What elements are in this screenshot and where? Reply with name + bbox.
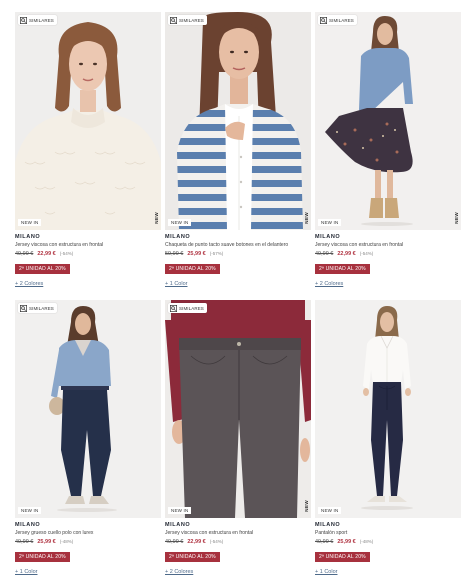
- old-price: 49,99 €: [15, 251, 34, 257]
- promo-badge: 2ª UNIDAD AL 20%: [15, 264, 70, 274]
- similares-button[interactable]: SIMILARES: [18, 15, 57, 25]
- similares-label: SIMILARES: [29, 305, 54, 311]
- product-image[interactable]: SIMILARES NEW IN NEW: [165, 12, 311, 230]
- promo-badge: 2ª UNIDAD AL 20%: [315, 552, 370, 562]
- similares-label: SIMILARES: [329, 17, 354, 23]
- similares-label: SIMILARES: [29, 17, 54, 23]
- product-prices: 49,99 € 22,99 € (-54%): [165, 539, 311, 545]
- new-vertical-label: NEW: [154, 212, 159, 224]
- sale-price: 25,99 €: [337, 539, 356, 545]
- product-photo: [15, 300, 161, 518]
- old-price: 59,99 €: [165, 251, 184, 257]
- new-in-badge: NEW IN: [18, 219, 42, 226]
- product-image[interactable]: SIMILARES NEW IN NEW: [165, 300, 311, 518]
- product-card[interactable]: SIMILARES NEW IN NEW MILANO Jersey visco…: [315, 12, 461, 294]
- product-photo: [315, 300, 461, 518]
- old-price: 49,99 €: [165, 539, 184, 545]
- product-grid: SIMILARES NEW IN NEW MILANO Jersey visco…: [15, 12, 461, 582]
- product-description[interactable]: Pantalón sport: [315, 530, 461, 536]
- sale-price: 25,99 €: [187, 251, 206, 257]
- product-prices: 49,99 € 22,99 € (-54%): [15, 251, 161, 257]
- product-image[interactable]: SIMILARES NEW IN NEW: [15, 12, 161, 230]
- product-prices: 49,99 € 22,99 € (-54%): [315, 251, 461, 257]
- similares-button[interactable]: SIMILARES: [318, 15, 357, 25]
- discount-percent: (-57%): [209, 251, 224, 256]
- product-description[interactable]: Jersey grueso cuello polo con lurex: [15, 530, 161, 536]
- product-brand: MILANO: [15, 234, 41, 240]
- sale-price: 25,99 €: [37, 539, 56, 545]
- new-vertical-label: NEW: [454, 212, 459, 224]
- new-in-badge: NEW IN: [18, 507, 42, 514]
- more-colors-link[interactable]: + 1 Color: [315, 569, 461, 575]
- product-card[interactable]: SIMILARES NEW IN NEW MILANO Chaqueta de …: [165, 12, 311, 294]
- product-description[interactable]: Chaqueta de punto tacto suave botones en…: [165, 242, 311, 248]
- product-photo: [165, 300, 311, 518]
- product-card[interactable]: SIMILARES NEW IN NEW MILANO Jersey visco…: [15, 12, 161, 294]
- sale-price: 22,99 €: [337, 251, 356, 257]
- product-photo: [15, 12, 161, 230]
- product-brand: MILANO: [15, 522, 41, 528]
- search-similar-icon: [170, 304, 177, 312]
- discount-percent: (-54%): [209, 539, 224, 544]
- product-brand: MILANO: [165, 522, 191, 528]
- product-description[interactable]: Jersey viscosa con estructura en frontal: [315, 242, 461, 248]
- product-brand: MILANO: [315, 522, 341, 528]
- promo-badge: 2ª UNIDAD AL 20%: [15, 552, 70, 562]
- discount-percent: (-54%): [59, 251, 74, 256]
- discount-percent: (-54%): [359, 251, 374, 256]
- similares-button[interactable]: SIMILARES: [168, 15, 207, 25]
- more-colors-link[interactable]: + 2 Colores: [165, 569, 311, 575]
- product-prices: 49,99 € 25,99 € (-48%): [315, 539, 461, 545]
- new-in-badge: NEW IN: [318, 507, 342, 514]
- search-similar-icon: [320, 16, 327, 24]
- product-prices: 59,99 € 25,99 € (-57%): [165, 251, 311, 257]
- product-photo: [315, 12, 461, 230]
- old-price: 49,99 €: [315, 539, 334, 545]
- more-colors-link[interactable]: + 1 Color: [165, 281, 311, 287]
- new-vertical-label: NEW: [304, 212, 309, 224]
- discount-percent: (-48%): [359, 539, 374, 544]
- sale-price: 22,99 €: [187, 539, 206, 545]
- product-brand: MILANO: [315, 234, 341, 240]
- product-description[interactable]: Jersey viscosa con estructura en frontal: [165, 530, 311, 536]
- new-vertical-label: NEW: [304, 500, 309, 512]
- more-colors-link[interactable]: + 1 Color: [15, 569, 161, 575]
- similares-label: SIMILARES: [179, 17, 204, 23]
- old-price: 49,99 €: [315, 251, 334, 257]
- promo-badge: 2ª UNIDAD AL 20%: [165, 552, 220, 562]
- promo-badge: 2ª UNIDAD AL 20%: [165, 264, 220, 274]
- product-photo: [165, 12, 311, 230]
- product-prices: 49,99 € 25,99 € (-48%): [15, 539, 161, 545]
- product-card[interactable]: SIMILARES NEW IN MILANO Jersey grueso cu…: [15, 300, 161, 582]
- product-image[interactable]: SIMILARES NEW IN: [15, 300, 161, 518]
- new-in-badge: NEW IN: [168, 507, 192, 514]
- discount-percent: (-48%): [59, 539, 74, 544]
- product-image[interactable]: NEW IN: [315, 300, 461, 518]
- promo-badge: 2ª UNIDAD AL 20%: [315, 264, 370, 274]
- product-image[interactable]: SIMILARES NEW IN NEW: [315, 12, 461, 230]
- search-similar-icon: [170, 16, 177, 24]
- search-similar-icon: [20, 304, 27, 312]
- old-price: 49,99 €: [15, 539, 34, 545]
- similares-label: SIMILARES: [179, 305, 204, 311]
- more-colors-link[interactable]: + 2 Colores: [315, 281, 461, 287]
- product-brand: MILANO: [165, 234, 191, 240]
- sale-price: 22,99 €: [37, 251, 56, 257]
- product-card[interactable]: NEW IN MILANO Pantalón sport 49,99 € 25,…: [315, 300, 461, 582]
- more-colors-link[interactable]: + 2 Colores: [15, 281, 161, 287]
- search-similar-icon: [20, 16, 27, 24]
- product-card[interactable]: SIMILARES NEW IN NEW MILANO Jersey visco…: [165, 300, 311, 582]
- product-description[interactable]: Jersey viscosa con estructura en frontal: [15, 242, 161, 248]
- similares-button[interactable]: SIMILARES: [18, 303, 57, 313]
- new-in-badge: NEW IN: [168, 219, 192, 226]
- similares-button[interactable]: SIMILARES: [168, 303, 207, 313]
- new-in-badge: NEW IN: [318, 219, 342, 226]
